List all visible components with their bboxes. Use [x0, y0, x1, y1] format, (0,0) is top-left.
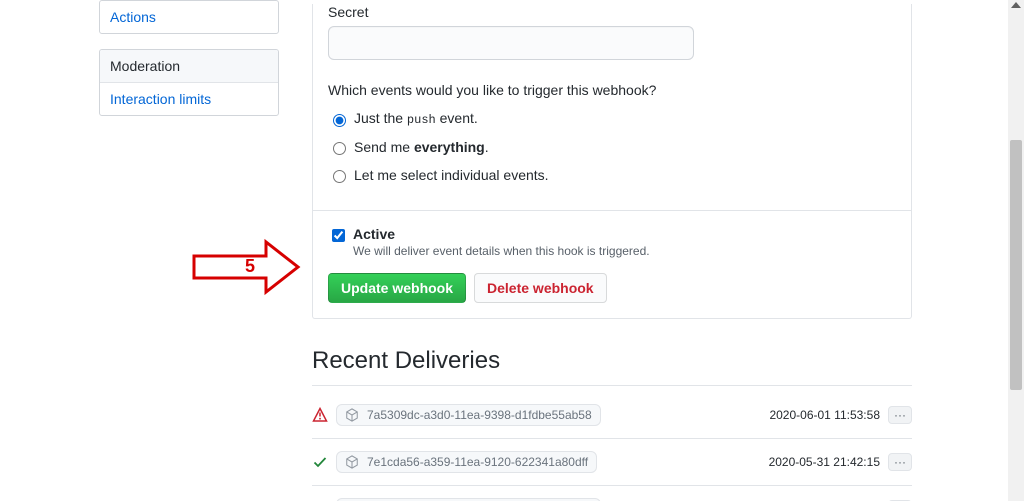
package-icon — [345, 408, 359, 422]
event-label-individual: Let me select individual events. — [354, 167, 549, 183]
update-webhook-button[interactable]: Update webhook — [328, 273, 466, 303]
event-label-everything: Send me everything. — [354, 139, 489, 155]
delivery-row: 7a5309dc-a3d0-11ea-9398-d1fdbe55ab58 202… — [312, 392, 912, 439]
delivery-timestamp: 2020-05-31 21:42:15 — [769, 455, 880, 469]
package-icon — [345, 455, 359, 469]
sidebar-item-interaction-limits[interactable]: Interaction limits — [100, 82, 278, 115]
sidebar-group-moderation: Moderation Interaction limits — [99, 49, 279, 116]
webhook-form: Secret Which events would you like to tr… — [312, 4, 912, 319]
check-icon — [312, 454, 328, 470]
settings-sidebar: Actions Moderation Interaction limits — [99, 0, 279, 131]
event-option-everything[interactable]: Send me everything. — [328, 139, 896, 155]
sidebar-item-actions[interactable]: Actions — [100, 1, 278, 33]
delivery-row: 0a15839c-a359-11ea-99e6-7a8fe91a53b7 202… — [312, 486, 912, 501]
annotation-number: 5 — [245, 256, 255, 277]
recent-deliveries: Recent Deliveries 7a5309dc-a3d0-11ea-939… — [312, 347, 912, 501]
recent-deliveries-heading: Recent Deliveries — [312, 347, 912, 386]
event-option-push[interactable]: Just the push event. — [328, 110, 896, 127]
delete-webhook-button[interactable]: Delete webhook — [474, 273, 607, 303]
sidebar-header-moderation: Moderation — [100, 50, 278, 82]
secret-input[interactable] — [328, 26, 694, 60]
active-note: We will deliver event details when this … — [353, 244, 650, 258]
event-option-individual[interactable]: Let me select individual events. — [328, 167, 896, 183]
event-radio-everything[interactable] — [333, 142, 346, 155]
delivery-guid-button[interactable]: 7a5309dc-a3d0-11ea-9398-d1fdbe55ab58 — [336, 404, 601, 426]
annotation-arrow-icon — [192, 238, 302, 296]
main-panel: Secret Which events would you like to tr… — [312, 0, 912, 501]
warning-icon — [312, 407, 328, 423]
active-label: Active — [353, 226, 650, 242]
event-label-push: Just the push event. — [354, 110, 478, 127]
active-checkbox[interactable] — [332, 229, 345, 242]
event-radio-push[interactable] — [333, 114, 346, 127]
delivery-menu-button[interactable]: ··· — [888, 406, 912, 424]
scrollbar-thumb[interactable] — [1010, 140, 1022, 390]
secret-label: Secret — [328, 4, 896, 20]
delivery-guid: 7e1cda56-a359-11ea-9120-622341a80dff — [367, 455, 588, 469]
delivery-guid: 7a5309dc-a3d0-11ea-9398-d1fdbe55ab58 — [367, 408, 592, 422]
delivery-menu-button[interactable]: ··· — [888, 453, 912, 471]
events-heading: Which events would you like to trigger t… — [328, 82, 896, 98]
delivery-row: 7e1cda56-a359-11ea-9120-622341a80dff 202… — [312, 439, 912, 486]
sidebar-group-1: Actions — [99, 0, 279, 34]
event-radio-individual[interactable] — [333, 170, 346, 183]
scroll-up-icon — [1011, 2, 1021, 8]
page-scrollbar[interactable] — [1008, 0, 1024, 501]
delivery-timestamp: 2020-06-01 11:53:58 — [769, 408, 880, 422]
delivery-guid-button[interactable]: 7e1cda56-a359-11ea-9120-622341a80dff — [336, 451, 597, 473]
